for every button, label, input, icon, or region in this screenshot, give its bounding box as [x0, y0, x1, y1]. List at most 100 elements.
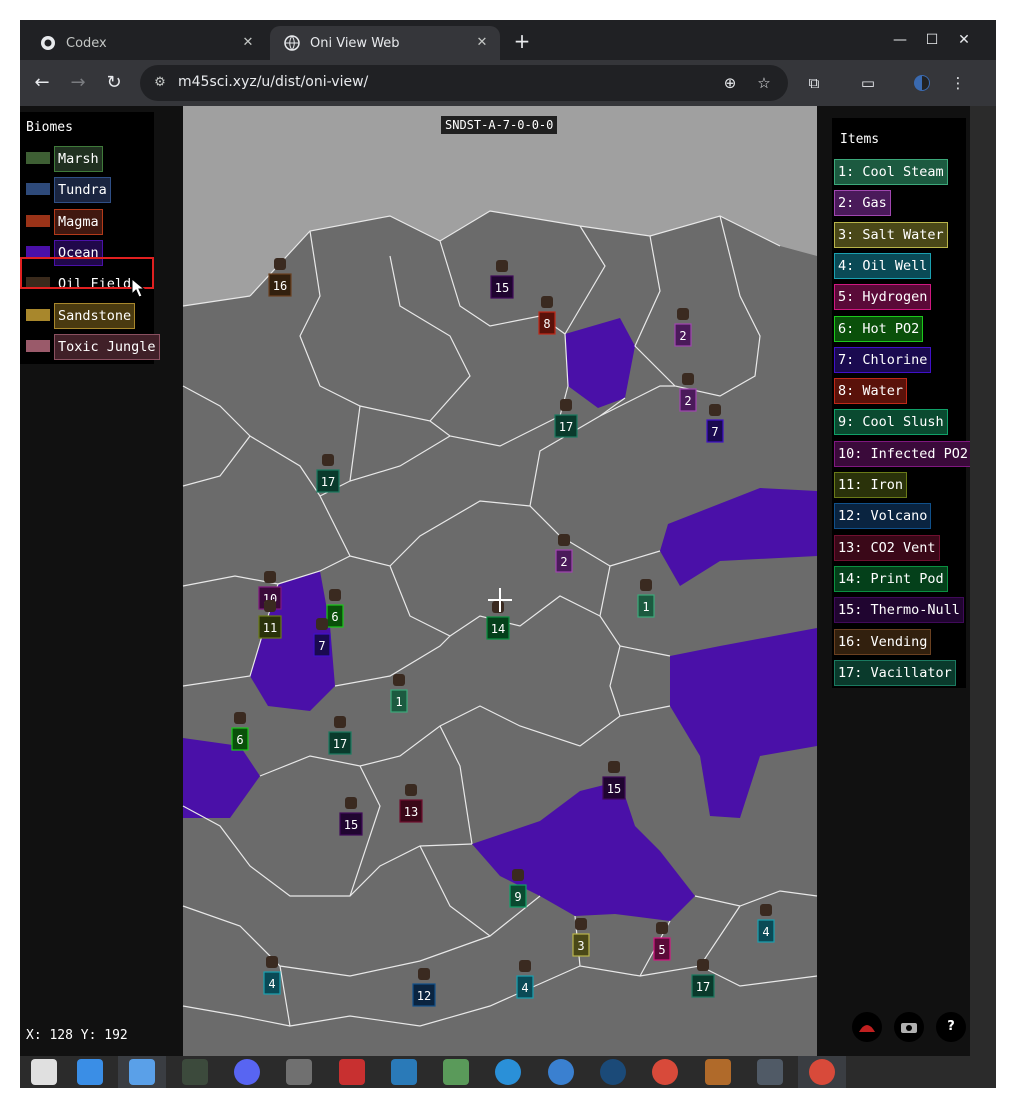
geyser-icon — [405, 784, 417, 796]
map-marker[interactable]: 6 — [326, 589, 344, 628]
store-icon[interactable] — [66, 1056, 114, 1088]
marker-label: 17 — [559, 420, 573, 434]
remote-icon[interactable] — [484, 1056, 532, 1088]
geyser-icon — [274, 258, 286, 270]
item-legend-row[interactable]: 12: Volcano — [834, 503, 932, 530]
marker-label: 6 — [236, 733, 243, 747]
marker-label: 9 — [514, 890, 521, 904]
geyser-icon — [677, 308, 689, 320]
menu-kebab-icon[interactable]: ⋮ — [946, 71, 970, 95]
items-title: Items — [840, 132, 880, 147]
zoom-icon[interactable]: ⊕ — [718, 71, 742, 95]
address-bar[interactable]: ⚙ m45sci.xyz/u/dist/oni-view/ ⊕ ☆ — [140, 65, 788, 101]
item-legend-row[interactable]: 7: Chlorine — [834, 346, 932, 373]
network-icon-glyph — [443, 1059, 470, 1085]
map-marker[interactable]: 9 — [509, 869, 527, 908]
item-legend-row[interactable]: 1: Cool Steam — [834, 159, 948, 185]
marker-label: 7 — [318, 639, 325, 653]
site-settings-icon[interactable]: ⚙ — [148, 71, 172, 95]
item-legend-row[interactable]: 17: Vacillator — [834, 659, 956, 686]
map-marker[interactable]: 3 — [572, 918, 590, 957]
map-marker[interactable]: 4 — [263, 956, 281, 995]
writer-icon[interactable] — [380, 1056, 428, 1088]
help-button[interactable]: ? — [936, 1012, 966, 1042]
new-tab-button[interactable]: + — [510, 30, 534, 54]
forward-arrow-icon[interactable]: → — [66, 71, 90, 95]
back-arrow-icon[interactable]: ← — [30, 71, 54, 95]
item-legend-row[interactable]: 2: Gas — [834, 190, 891, 217]
filezilla-icon[interactable] — [328, 1056, 376, 1088]
marker-label: 16 — [273, 279, 287, 293]
cast-icon[interactable]: ▭ — [856, 71, 880, 95]
steam-icon[interactable] — [589, 1056, 637, 1088]
geyser-icon — [541, 296, 553, 308]
files-icon[interactable] — [118, 1056, 167, 1088]
item-legend-row[interactable]: 15: Thermo-Null — [834, 597, 964, 624]
geyser-icon — [496, 260, 508, 272]
marker-label: 15 — [344, 818, 358, 832]
item-legend-row[interactable]: 13: CO2 Vent — [834, 534, 940, 561]
item-legend-row[interactable]: 16: Vending — [834, 628, 932, 655]
item-legend-row[interactable]: 8: Water — [834, 378, 908, 405]
maximize-button[interactable]: ☐ — [920, 30, 944, 50]
map-marker[interactable]: 2 — [555, 534, 573, 573]
marker-label: 15 — [607, 782, 621, 796]
item-legend-row[interactable]: 4: Oil Well — [834, 252, 932, 279]
map-marker[interactable]: 2 — [674, 308, 692, 347]
extensions-icon[interactable]: ⧉ — [802, 71, 826, 95]
tab-oni-view-web[interactable]: Oni View Web ✕ — [270, 26, 500, 60]
map-marker[interactable]: 1 — [637, 579, 655, 618]
start-icon[interactable] — [20, 1056, 68, 1088]
chrome-active-icon-glyph — [809, 1059, 836, 1085]
close-tab-icon[interactable]: ✕ — [240, 35, 256, 51]
geyser-icon — [264, 600, 276, 612]
map-marker[interactable]: 1 — [390, 674, 408, 713]
close-tab-icon[interactable]: ✕ — [474, 35, 490, 51]
calculator-icon[interactable] — [275, 1056, 323, 1088]
geyser-icon — [656, 922, 668, 934]
map-marker[interactable]: 6 — [231, 712, 249, 751]
map-marker[interactable]: 7 — [706, 404, 724, 443]
item-legend-row[interactable]: 10: Infected PO2 — [834, 440, 973, 467]
item-legend-row[interactable]: 9: Cool Slush — [834, 409, 948, 436]
settings-icon-glyph — [547, 1059, 574, 1085]
oil-icon[interactable] — [852, 1012, 882, 1042]
chrome-icon[interactable] — [641, 1056, 689, 1088]
terminal-icon[interactable] — [171, 1056, 219, 1088]
item-legend-row[interactable]: 5: Hydrogen — [834, 284, 932, 311]
geyser-icon — [329, 589, 341, 601]
tab-codex[interactable]: Codex ✕ — [26, 26, 266, 60]
map-marker[interactable]: 2 — [679, 373, 697, 412]
discord-icon-glyph — [233, 1059, 260, 1085]
map-marker[interactable]: 4 — [516, 960, 534, 999]
close-window-button[interactable]: ✕ — [952, 30, 976, 50]
item-legend-row[interactable]: 6: Hot PO2 — [834, 315, 924, 342]
profile-icon[interactable] — [910, 71, 934, 95]
mixer-icon[interactable] — [746, 1056, 794, 1088]
minimize-button[interactable]: — — [888, 30, 912, 50]
map-marker[interactable]: 5 — [653, 922, 671, 961]
geyser-icon — [234, 712, 246, 724]
bookmark-star-icon[interactable]: ☆ — [752, 71, 776, 95]
network-icon[interactable] — [432, 1056, 480, 1088]
item-legend-row[interactable]: 11: Iron — [834, 472, 908, 498]
biome-swatch — [26, 339, 50, 352]
map-marker[interactable]: 7 — [313, 618, 331, 657]
mixer-icon-glyph — [756, 1059, 783, 1085]
geyser-icon — [512, 869, 524, 881]
camera-icon[interactable] — [894, 1012, 924, 1042]
circuit-icon[interactable] — [694, 1056, 742, 1088]
start-icon-glyph — [31, 1059, 57, 1085]
discord-icon[interactable] — [223, 1056, 271, 1088]
biomes-title: Biomes — [26, 120, 73, 135]
chrome-active-icon[interactable] — [798, 1056, 847, 1088]
map-marker[interactable]: 8 — [538, 296, 556, 335]
map-marker[interactable]: 4 — [757, 904, 775, 943]
biome-swatch — [26, 183, 50, 196]
item-legend-row[interactable]: 3: Salt Water — [834, 221, 948, 248]
item-legend-row[interactable]: 14: Print Pod — [834, 565, 948, 592]
marker-label: 4 — [521, 981, 528, 995]
settings-icon[interactable] — [537, 1056, 585, 1088]
reload-icon[interactable]: ↻ — [102, 71, 126, 95]
url-text[interactable]: m45sci.xyz/u/dist/oni-view/ — [178, 74, 368, 90]
